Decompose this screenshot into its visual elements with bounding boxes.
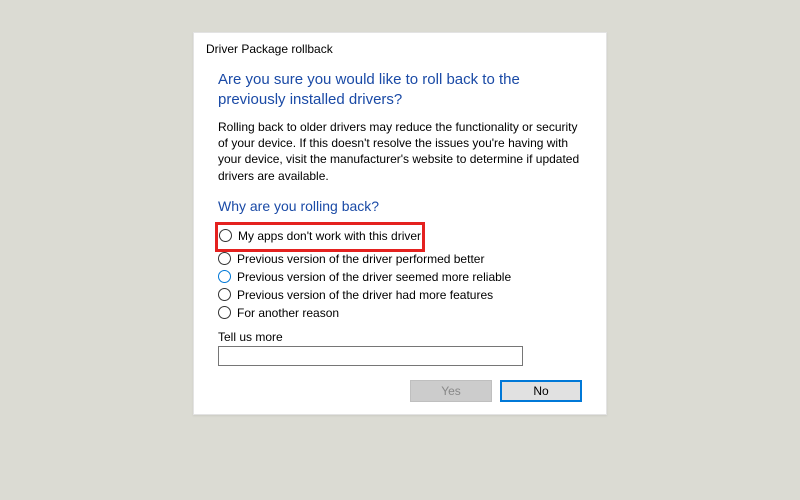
reason-heading: Why are you rolling back? [218, 198, 582, 214]
dialog-title: Driver Package rollback [206, 42, 594, 56]
option-label: Previous version of the driver seemed mo… [237, 270, 511, 284]
driver-rollback-dialog: Driver Package rollback Are you sure you… [193, 32, 607, 415]
radio-icon [218, 252, 231, 265]
confirmation-question: Are you sure you would like to roll back… [218, 70, 582, 109]
option-label: Previous version of the driver had more … [237, 288, 493, 302]
radio-icon [219, 229, 232, 242]
radio-icon [218, 270, 231, 283]
reason-option-more-features[interactable]: Previous version of the driver had more … [218, 288, 582, 302]
option-label: Previous version of the driver performed… [237, 252, 484, 266]
dialog-button-row: Yes No [218, 380, 582, 402]
radio-icon [218, 306, 231, 319]
dialog-content: Are you sure you would like to roll back… [206, 70, 594, 402]
reason-option-another-reason[interactable]: For another reason [218, 306, 582, 320]
no-button[interactable]: No [500, 380, 582, 402]
option-label: For another reason [237, 306, 339, 320]
reason-option-apps-dont-work[interactable]: My apps don't work with this driver [219, 229, 421, 243]
tell-us-more-label: Tell us more [218, 330, 582, 344]
highlight-box: My apps don't work with this driver [215, 222, 425, 252]
warning-text: Rolling back to older drivers may reduce… [218, 119, 582, 184]
option-label: My apps don't work with this driver [238, 229, 421, 243]
radio-icon [218, 288, 231, 301]
reason-option-more-reliable[interactable]: Previous version of the driver seemed mo… [218, 270, 582, 284]
tell-us-more-input[interactable] [218, 346, 523, 366]
yes-button: Yes [410, 380, 492, 402]
reason-option-performed-better[interactable]: Previous version of the driver performed… [218, 252, 582, 266]
